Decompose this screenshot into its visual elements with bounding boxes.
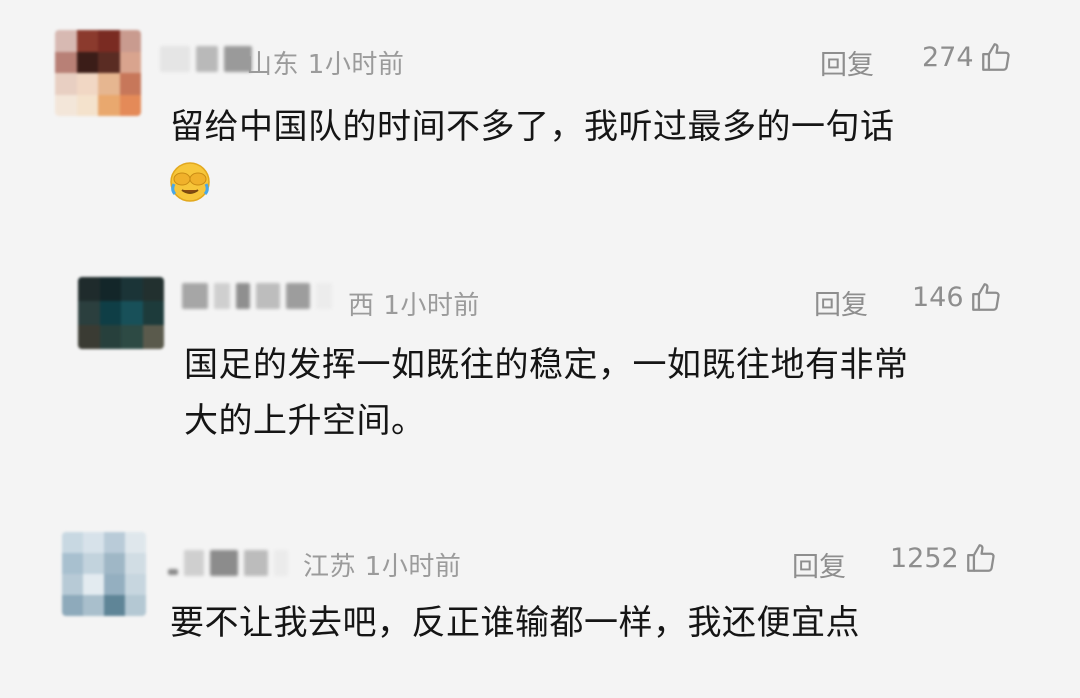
comment-item: 山东 1小时前 回复 274 留给中国队的时间不多了，我听过最多的一句话 — [0, 0, 1080, 240]
thumbs-up-icon — [979, 40, 1013, 74]
comment-list: 山东 1小时前 回复 274 留给中国队的时间不多了，我听过最多的一句话 西 1… — [0, 0, 1080, 698]
face-with-tears-covering-eyes-icon — [170, 162, 210, 202]
username[interactable] — [160, 46, 252, 72]
thumbs-up-icon — [969, 280, 1003, 314]
username[interactable] — [182, 283, 332, 309]
reply-button[interactable]: 回复 — [792, 545, 846, 584]
thumbs-up-icon — [964, 541, 998, 575]
like-count: 146 — [912, 281, 964, 313]
reply-button[interactable]: 回复 — [820, 43, 874, 82]
avatar[interactable] — [55, 30, 141, 116]
like-button[interactable]: 1252 — [890, 541, 998, 575]
like-count: 1252 — [890, 542, 959, 574]
avatar[interactable] — [62, 532, 146, 616]
location-time: 山东 1小时前 — [246, 50, 405, 80]
comment-text: 国足的发挥一如既往的稳定，一如既往地有非常 大的上升空间。 — [184, 345, 909, 441]
location-time: 江苏 1小时前 — [303, 552, 462, 582]
like-button[interactable]: 146 — [912, 280, 1003, 314]
location-time: 西 1小时前 — [348, 291, 480, 321]
comment-text: 要不让我去吧，反正谁输都一样，我还便宜点 — [170, 603, 860, 643]
comment-item: 西 1小时前 回复 146 国足的发挥一如既往的稳定，一如既往地有非常 大的上升… — [0, 245, 1080, 475]
comment-item: 江苏 1小时前 回复 1252 要不让我去吧，反正谁输都一样，我还便宜点 — [0, 510, 1080, 698]
avatar[interactable] — [78, 277, 164, 349]
like-button[interactable]: 274 — [922, 40, 1013, 74]
reply-button[interactable]: 回复 — [814, 283, 868, 322]
comment-text: 留给中国队的时间不多了，我听过最多的一句话 — [170, 107, 895, 147]
username[interactable] — [168, 550, 288, 576]
like-count: 274 — [922, 41, 974, 73]
